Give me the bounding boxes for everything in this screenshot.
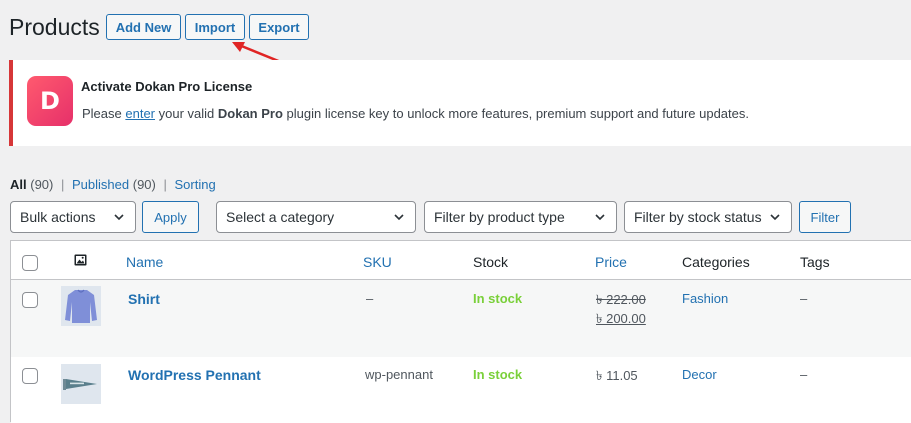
notice-title: Activate Dokan Pro License (81, 79, 253, 94)
product-thumbnail-pennant[interactable] (61, 364, 101, 404)
table-row: WordPress Pennant wp-pennant In stock ৳ … (11, 357, 911, 423)
category-select[interactable]: Select a category (216, 201, 416, 233)
products-table: Name SKU Stock Price Categories Tags Shi… (10, 240, 911, 423)
stock-status-select[interactable]: Filter by stock status (624, 201, 792, 233)
chevron-down-icon (770, 214, 780, 221)
filter-published-link[interactable]: Published (72, 177, 129, 192)
notice-text: Please enter your valid Dokan Pro plugin… (82, 106, 749, 121)
column-sku[interactable]: SKU (363, 254, 392, 270)
filter-button[interactable]: Filter (799, 201, 851, 233)
product-thumbnail-shirt[interactable] (61, 286, 101, 326)
product-type-select[interactable]: Filter by product type (424, 201, 617, 233)
price: ৳ 11.05 (596, 368, 638, 383)
apply-button[interactable]: Apply (142, 201, 199, 233)
chevron-down-icon (114, 214, 124, 221)
category-link[interactable]: Decor (682, 367, 717, 382)
sku-cell: wp-pennant (365, 367, 433, 382)
stock-status: In stock (473, 367, 523, 382)
category-link[interactable]: Fashion (682, 291, 728, 306)
column-tags: Tags (800, 254, 830, 270)
table-row: Shirt – In stock ৳ 222.00 ৳ 200.00 Fashi… (11, 280, 911, 357)
product-name-link[interactable]: Shirt (128, 291, 160, 307)
chevron-down-icon (595, 214, 605, 221)
add-new-button[interactable]: Add New (106, 14, 181, 40)
status-filter-links: All (90) | Published (90) | Sorting (10, 177, 216, 192)
stock-status: In stock (473, 291, 523, 306)
row-checkbox[interactable] (22, 368, 38, 384)
page-title: Products (9, 14, 100, 40)
license-notice: D Activate Dokan Pro License Please ente… (9, 60, 911, 146)
sorting-link[interactable]: Sorting (175, 177, 216, 192)
product-name-link[interactable]: WordPress Pennant (128, 367, 261, 383)
image-icon (74, 254, 87, 266)
dokan-logo-icon: D (27, 76, 73, 126)
regular-price: ৳ 222.00 (596, 292, 646, 307)
export-button[interactable]: Export (249, 14, 309, 40)
import-button[interactable]: Import (185, 14, 245, 40)
sale-price: ৳ 200.00 (596, 311, 646, 326)
table-header: Name SKU Stock Price Categories Tags (11, 241, 911, 280)
row-checkbox[interactable] (22, 292, 38, 308)
tags-cell: – (800, 291, 808, 306)
enter-link[interactable]: enter (125, 106, 155, 121)
column-name[interactable]: Name (126, 254, 163, 270)
column-stock: Stock (473, 254, 509, 270)
bulk-actions-select[interactable]: Bulk actions (10, 201, 136, 233)
filter-all-link[interactable]: All (10, 177, 27, 192)
tags-cell: – (800, 367, 808, 382)
chevron-down-icon (394, 214, 404, 221)
sku-cell: – (366, 291, 374, 306)
column-price[interactable]: Price (595, 254, 627, 270)
select-all-checkbox[interactable] (22, 255, 38, 271)
column-categories: Categories (682, 254, 750, 270)
